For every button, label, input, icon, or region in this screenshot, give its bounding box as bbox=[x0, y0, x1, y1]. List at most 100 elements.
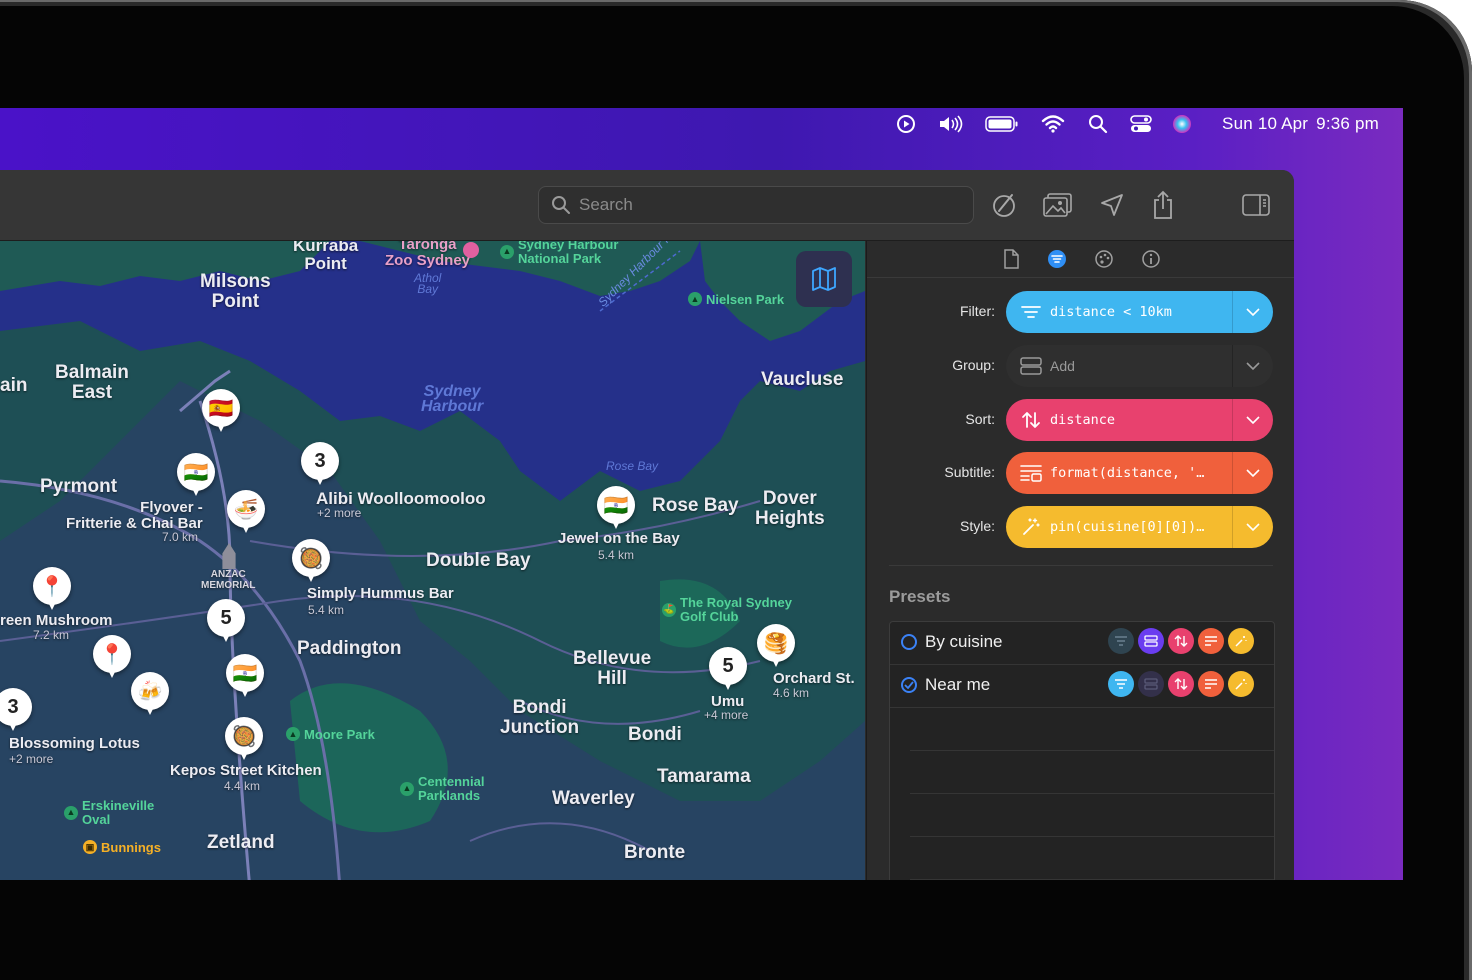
restaurant-distance: 5.4 km bbox=[308, 603, 345, 617]
preset-radio[interactable] bbox=[901, 634, 917, 650]
cluster-pin[interactable]: 3 bbox=[301, 442, 339, 488]
chevron-down-icon[interactable] bbox=[1232, 452, 1273, 494]
place-label[interactable]: Rose Bay bbox=[652, 496, 739, 516]
place-label[interactable]: Taronga Zoo Sydney bbox=[385, 241, 470, 269]
restaurant-distance: 4.4 km bbox=[224, 779, 261, 793]
place-label[interactable]: Tamarama bbox=[657, 767, 751, 787]
location-arrow-icon[interactable] bbox=[1097, 190, 1127, 220]
magic-wand-icon bbox=[1018, 517, 1044, 537]
filter-list-icon[interactable] bbox=[1047, 249, 1067, 269]
compass-edit-icon[interactable] bbox=[989, 190, 1019, 220]
cluster-pin[interactable]: 5 bbox=[207, 599, 245, 645]
subtitle-pill[interactable]: format(distance, '… bbox=[1006, 452, 1273, 494]
search-icon[interactable] bbox=[1087, 114, 1109, 134]
volume-icon[interactable] bbox=[937, 114, 965, 134]
place-label[interactable]: Double Bay bbox=[426, 551, 531, 571]
control-center-icon[interactable] bbox=[1129, 114, 1153, 134]
search-field[interactable]: Search bbox=[538, 186, 974, 224]
park-name: Erskineville Oval bbox=[82, 798, 155, 827]
map-view[interactable]: Kurraba Point Taronga Zoo Sydney ▲ Sydney… bbox=[0, 241, 865, 880]
park-name: Centennial Parklands bbox=[418, 774, 485, 803]
landmark-label[interactable]: ANZAC MEMORIAL bbox=[201, 569, 255, 591]
preset-name: Near me bbox=[925, 675, 991, 694]
park-icon: ▲ bbox=[64, 805, 78, 820]
place-label[interactable]: Milsons Point bbox=[200, 272, 271, 312]
restaurant-label[interactable]: Orchard St. bbox=[773, 671, 855, 687]
empty-row bbox=[910, 750, 1274, 751]
divider bbox=[889, 565, 1273, 566]
filter-lines-icon bbox=[1018, 304, 1044, 320]
place-label[interactable]: Waverley bbox=[552, 789, 635, 809]
group-pill[interactable]: Add bbox=[1006, 345, 1273, 387]
restaurant-pin[interactable]: 🇮🇳 bbox=[177, 453, 215, 499]
place-label[interactable]: Pyrmont bbox=[40, 477, 117, 497]
share-icon[interactable] bbox=[1148, 190, 1178, 220]
preset-row-near-me[interactable]: Near me bbox=[890, 665, 1274, 708]
restaurant-pin[interactable]: 🇮🇳 bbox=[597, 486, 635, 532]
restaurant-label[interactable]: reen Mushroom bbox=[0, 613, 113, 629]
restaurant-label[interactable]: Blossoming Lotus bbox=[9, 736, 140, 752]
empty-row bbox=[910, 836, 1274, 837]
park-label[interactable]: ▲ Centennial Parklands bbox=[400, 775, 484, 802]
park-label[interactable]: ⛳ The Royal Sydney Golf Club bbox=[662, 596, 792, 623]
place-label[interactable]: Kurraba Point bbox=[293, 241, 358, 273]
chevron-down-icon[interactable] bbox=[1232, 291, 1273, 333]
poi-label[interactable]: ▣ Bunnings bbox=[83, 840, 161, 854]
place-label[interactable]: Dover Heights bbox=[755, 489, 825, 529]
restaurant-pin[interactable]: 🇪🇸 bbox=[202, 389, 240, 435]
sort-pill[interactable]: distance bbox=[1006, 399, 1273, 441]
restaurant-pin[interactable]: 🥞 bbox=[757, 624, 795, 670]
style-pill[interactable]: pin(cuisine[0][0])… bbox=[1006, 506, 1273, 548]
park-label[interactable]: ▲ Moore Park bbox=[286, 727, 375, 741]
place-label[interactable]: Bondi bbox=[628, 725, 682, 745]
info-icon[interactable] bbox=[1141, 249, 1161, 269]
place-label[interactable]: Bondi Junction bbox=[500, 698, 579, 738]
place-label[interactable]: Bronte bbox=[624, 843, 685, 863]
menu-bar-clock[interactable]: Sun 10 Apr 9:36 pm bbox=[1214, 114, 1379, 134]
location-pin[interactable]: 📍 bbox=[33, 567, 71, 613]
place-label[interactable]: Paddington bbox=[297, 639, 401, 659]
sidebar-toggle-icon[interactable] bbox=[1241, 190, 1271, 220]
document-icon[interactable] bbox=[1001, 249, 1021, 269]
style-chip-icon bbox=[1228, 671, 1254, 697]
park-label[interactable]: ▲ Sydney Harbour National Park bbox=[500, 241, 618, 265]
restaurant-label[interactable]: Kepos Street Kitchen bbox=[170, 763, 322, 779]
park-label[interactable]: ▲ Nielsen Park bbox=[688, 292, 784, 306]
chevron-down-icon[interactable] bbox=[1232, 345, 1273, 387]
location-pin[interactable]: 📍 bbox=[93, 635, 131, 681]
restaurant-pin[interactable]: 🍜 bbox=[227, 490, 265, 536]
restaurant-pin[interactable]: 🥘 bbox=[292, 539, 330, 585]
chevron-down-icon[interactable] bbox=[1232, 399, 1273, 441]
siri-icon[interactable] bbox=[1171, 114, 1193, 134]
wifi-icon[interactable] bbox=[1041, 114, 1065, 134]
place-label[interactable]: Vaucluse bbox=[761, 370, 843, 390]
palette-icon[interactable] bbox=[1094, 249, 1114, 269]
presets-list: By cuisine Near me bbox=[889, 621, 1275, 880]
preset-row-by-cuisine[interactable]: By cuisine bbox=[890, 622, 1274, 665]
restaurant-more: +4 more bbox=[704, 708, 749, 722]
cluster-pin[interactable]: 3 bbox=[0, 688, 32, 734]
restaurant-label[interactable]: Jewel on the Bay bbox=[558, 531, 680, 547]
sort-chip-icon bbox=[1168, 628, 1194, 654]
zoo-icon bbox=[463, 242, 479, 258]
place-label[interactable]: ain bbox=[0, 376, 27, 396]
restaurant-pin[interactable]: 🇮🇳 bbox=[226, 654, 264, 700]
menu-bar-time: 9:36 pm bbox=[1316, 114, 1379, 133]
battery-icon[interactable] bbox=[985, 114, 1019, 134]
map-mode-button[interactable] bbox=[796, 251, 852, 307]
restaurant-label[interactable]: Flyover - Fritterie & Chai Bar bbox=[66, 500, 203, 532]
play-circle-icon[interactable] bbox=[895, 114, 917, 134]
park-label[interactable]: ▲ Erskineville Oval bbox=[64, 799, 154, 826]
restaurant-label[interactable]: Simply Hummus Bar bbox=[307, 586, 454, 602]
photo-gallery-icon[interactable] bbox=[1043, 190, 1073, 220]
chevron-down-icon[interactable] bbox=[1232, 506, 1273, 548]
place-label[interactable]: Balmain East bbox=[55, 363, 129, 403]
preset-radio-checked[interactable] bbox=[901, 677, 917, 693]
place-label[interactable]: Zetland bbox=[207, 833, 275, 853]
restaurant-pin[interactable]: 🥘 bbox=[225, 717, 263, 763]
cluster-pin[interactable]: 5 bbox=[709, 647, 747, 693]
restaurant-pin[interactable]: 🍻 bbox=[131, 672, 169, 718]
place-label[interactable]: Bellevue Hill bbox=[573, 649, 651, 689]
filter-pill[interactable]: distance < 10km bbox=[1006, 291, 1273, 333]
style-value: pin(cuisine[0][0])… bbox=[1050, 519, 1205, 535]
